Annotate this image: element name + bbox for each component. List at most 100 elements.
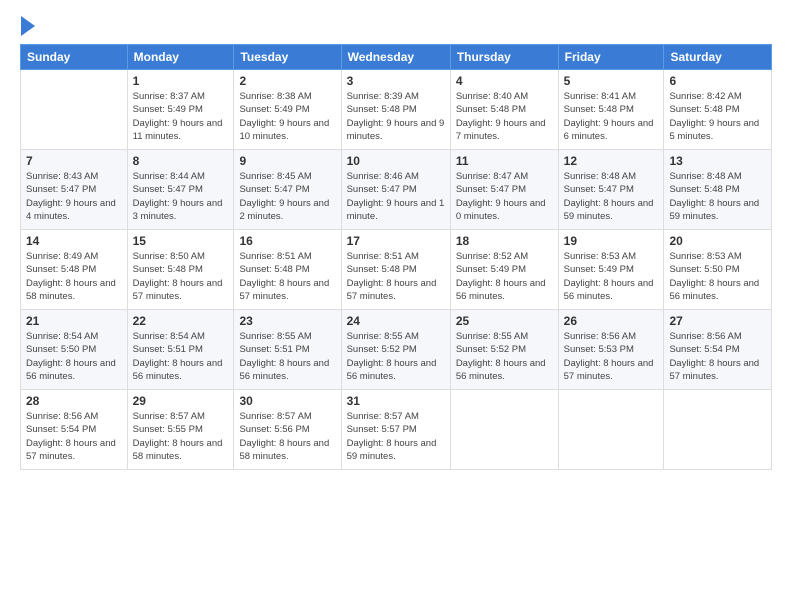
calendar-header-wednesday: Wednesday — [341, 45, 450, 70]
calendar-cell — [450, 390, 558, 470]
day-info: Sunrise: 8:48 AMSunset: 5:47 PMDaylight:… — [564, 170, 659, 223]
day-number: 29 — [133, 394, 229, 408]
calendar-cell: 28 Sunrise: 8:56 AMSunset: 5:54 PMDayligh… — [21, 390, 128, 470]
calendar-cell: 3 Sunrise: 8:39 AMSunset: 5:48 PMDaylight… — [341, 70, 450, 150]
day-number: 16 — [239, 234, 335, 248]
day-info: Sunrise: 8:57 AMSunset: 5:57 PMDaylight:… — [347, 410, 445, 463]
day-info: Sunrise: 8:37 AMSunset: 5:49 PMDaylight:… — [133, 90, 229, 143]
calendar-week-2: 7 Sunrise: 8:43 AMSunset: 5:47 PMDaylight… — [21, 150, 772, 230]
day-info: Sunrise: 8:45 AMSunset: 5:47 PMDaylight:… — [239, 170, 335, 223]
calendar-cell: 11Sunrise: 8:47 AMSunset: 5:47 PMDayligh… — [450, 150, 558, 230]
day-info: Sunrise: 8:54 AMSunset: 5:51 PMDaylight:… — [133, 330, 229, 383]
day-number: 10 — [347, 154, 445, 168]
day-number: 14 — [26, 234, 122, 248]
calendar-header-row: SundayMondayTuesdayWednesdayThursdayFrid… — [21, 45, 772, 70]
calendar-header-thursday: Thursday — [450, 45, 558, 70]
day-number: 25 — [456, 314, 553, 328]
day-info: Sunrise: 8:48 AMSunset: 5:48 PMDaylight:… — [669, 170, 766, 223]
day-info: Sunrise: 8:51 AMSunset: 5:48 PMDaylight:… — [347, 250, 445, 303]
calendar-week-5: 28 Sunrise: 8:56 AMSunset: 5:54 PMDayligh… — [21, 390, 772, 470]
calendar-cell: 17 Sunrise: 8:51 AMSunset: 5:48 PMDayligh… — [341, 230, 450, 310]
day-info: Sunrise: 8:54 AMSunset: 5:50 PMDaylight:… — [26, 330, 122, 383]
calendar-cell: 26Sunrise: 8:56 AMSunset: 5:53 PMDayligh… — [558, 310, 664, 390]
day-info: Sunrise: 8:55 AMSunset: 5:52 PMDaylight:… — [456, 330, 553, 383]
calendar-header-tuesday: Tuesday — [234, 45, 341, 70]
calendar-cell: 19Sunrise: 8:53 AMSunset: 5:49 PMDayligh… — [558, 230, 664, 310]
day-number: 6 — [669, 74, 766, 88]
day-info: Sunrise: 8:49 AMSunset: 5:48 PMDaylight:… — [26, 250, 122, 303]
calendar-cell: 12 Sunrise: 8:48 AMSunset: 5:47 PMDayligh… — [558, 150, 664, 230]
day-info: Sunrise: 8:39 AMSunset: 5:48 PMDaylight:… — [347, 90, 445, 143]
calendar-cell: 23 Sunrise: 8:55 AMSunset: 5:51 PMDayligh… — [234, 310, 341, 390]
header — [20, 16, 772, 34]
calendar-cell: 8 Sunrise: 8:44 AMSunset: 5:47 PMDaylight… — [127, 150, 234, 230]
calendar-cell: 15 Sunrise: 8:50 AMSunset: 5:48 PMDayligh… — [127, 230, 234, 310]
calendar-cell: 16 Sunrise: 8:51 AMSunset: 5:48 PMDayligh… — [234, 230, 341, 310]
calendar-week-1: 1Sunrise: 8:37 AMSunset: 5:49 PMDaylight… — [21, 70, 772, 150]
logo — [20, 16, 36, 34]
day-number: 4 — [456, 74, 553, 88]
calendar-cell: 22 Sunrise: 8:54 AMSunset: 5:51 PMDayligh… — [127, 310, 234, 390]
calendar-cell: 13 Sunrise: 8:48 AMSunset: 5:48 PMDayligh… — [664, 150, 772, 230]
day-info: Sunrise: 8:56 AMSunset: 5:54 PMDaylight:… — [669, 330, 766, 383]
day-info: Sunrise: 8:55 AMSunset: 5:51 PMDaylight:… — [239, 330, 335, 383]
calendar-cell: 30 Sunrise: 8:57 AMSunset: 5:56 PMDayligh… — [234, 390, 341, 470]
day-number: 28 — [26, 394, 122, 408]
calendar-cell: 25 Sunrise: 8:55 AMSunset: 5:52 PMDayligh… — [450, 310, 558, 390]
day-number: 5 — [564, 74, 659, 88]
day-number: 22 — [133, 314, 229, 328]
logo-arrow-icon — [21, 16, 35, 36]
day-number: 8 — [133, 154, 229, 168]
day-info: Sunrise: 8:56 AMSunset: 5:54 PMDaylight:… — [26, 410, 122, 463]
calendar-cell: 5 Sunrise: 8:41 AMSunset: 5:48 PMDaylight… — [558, 70, 664, 150]
calendar-cell: 9 Sunrise: 8:45 AMSunset: 5:47 PMDaylight… — [234, 150, 341, 230]
calendar-cell: 18Sunrise: 8:52 AMSunset: 5:49 PMDayligh… — [450, 230, 558, 310]
day-number: 19 — [564, 234, 659, 248]
calendar-cell: 6 Sunrise: 8:42 AMSunset: 5:48 PMDaylight… — [664, 70, 772, 150]
day-info: Sunrise: 8:50 AMSunset: 5:48 PMDaylight:… — [133, 250, 229, 303]
day-number: 13 — [669, 154, 766, 168]
day-info: Sunrise: 8:46 AMSunset: 5:47 PMDaylight:… — [347, 170, 445, 223]
day-number: 9 — [239, 154, 335, 168]
day-info: Sunrise: 8:38 AMSunset: 5:49 PMDaylight:… — [239, 90, 335, 143]
day-info: Sunrise: 8:44 AMSunset: 5:47 PMDaylight:… — [133, 170, 229, 223]
calendar-cell: 10 Sunrise: 8:46 AMSunset: 5:47 PMDayligh… — [341, 150, 450, 230]
day-number: 18 — [456, 234, 553, 248]
calendar-cell — [664, 390, 772, 470]
day-info: Sunrise: 8:57 AMSunset: 5:55 PMDaylight:… — [133, 410, 229, 463]
calendar-cell: 27 Sunrise: 8:56 AMSunset: 5:54 PMDayligh… — [664, 310, 772, 390]
day-number: 24 — [347, 314, 445, 328]
day-number: 31 — [347, 394, 445, 408]
calendar-header-monday: Monday — [127, 45, 234, 70]
calendar-cell: 24Sunrise: 8:55 AMSunset: 5:52 PMDayligh… — [341, 310, 450, 390]
day-number: 3 — [347, 74, 445, 88]
day-number: 7 — [26, 154, 122, 168]
calendar-table: SundayMondayTuesdayWednesdayThursdayFrid… — [20, 44, 772, 470]
day-number: 15 — [133, 234, 229, 248]
calendar-cell: 4Sunrise: 8:40 AMSunset: 5:48 PMDaylight… — [450, 70, 558, 150]
day-number: 30 — [239, 394, 335, 408]
calendar-header-friday: Friday — [558, 45, 664, 70]
day-number: 12 — [564, 154, 659, 168]
calendar-cell: 2Sunrise: 8:38 AMSunset: 5:49 PMDaylight… — [234, 70, 341, 150]
day-number: 23 — [239, 314, 335, 328]
day-number: 17 — [347, 234, 445, 248]
day-info: Sunrise: 8:53 AMSunset: 5:50 PMDaylight:… — [669, 250, 766, 303]
page: SundayMondayTuesdayWednesdayThursdayFrid… — [0, 0, 792, 612]
day-info: Sunrise: 8:56 AMSunset: 5:53 PMDaylight:… — [564, 330, 659, 383]
day-number: 27 — [669, 314, 766, 328]
calendar-cell: 14 Sunrise: 8:49 AMSunset: 5:48 PMDayligh… — [21, 230, 128, 310]
calendar-cell: 21 Sunrise: 8:54 AMSunset: 5:50 PMDayligh… — [21, 310, 128, 390]
calendar-cell — [558, 390, 664, 470]
day-info: Sunrise: 8:41 AMSunset: 5:48 PMDaylight:… — [564, 90, 659, 143]
calendar-cell: 31 Sunrise: 8:57 AMSunset: 5:57 PMDayligh… — [341, 390, 450, 470]
day-info: Sunrise: 8:43 AMSunset: 5:47 PMDaylight:… — [26, 170, 122, 223]
calendar-cell: 20Sunrise: 8:53 AMSunset: 5:50 PMDayligh… — [664, 230, 772, 310]
day-number: 21 — [26, 314, 122, 328]
day-number: 11 — [456, 154, 553, 168]
day-info: Sunrise: 8:57 AMSunset: 5:56 PMDaylight:… — [239, 410, 335, 463]
calendar-cell: 29 Sunrise: 8:57 AMSunset: 5:55 PMDayligh… — [127, 390, 234, 470]
calendar-week-3: 14 Sunrise: 8:49 AMSunset: 5:48 PMDayligh… — [21, 230, 772, 310]
day-info: Sunrise: 8:51 AMSunset: 5:48 PMDaylight:… — [239, 250, 335, 303]
day-info: Sunrise: 8:42 AMSunset: 5:48 PMDaylight:… — [669, 90, 766, 143]
